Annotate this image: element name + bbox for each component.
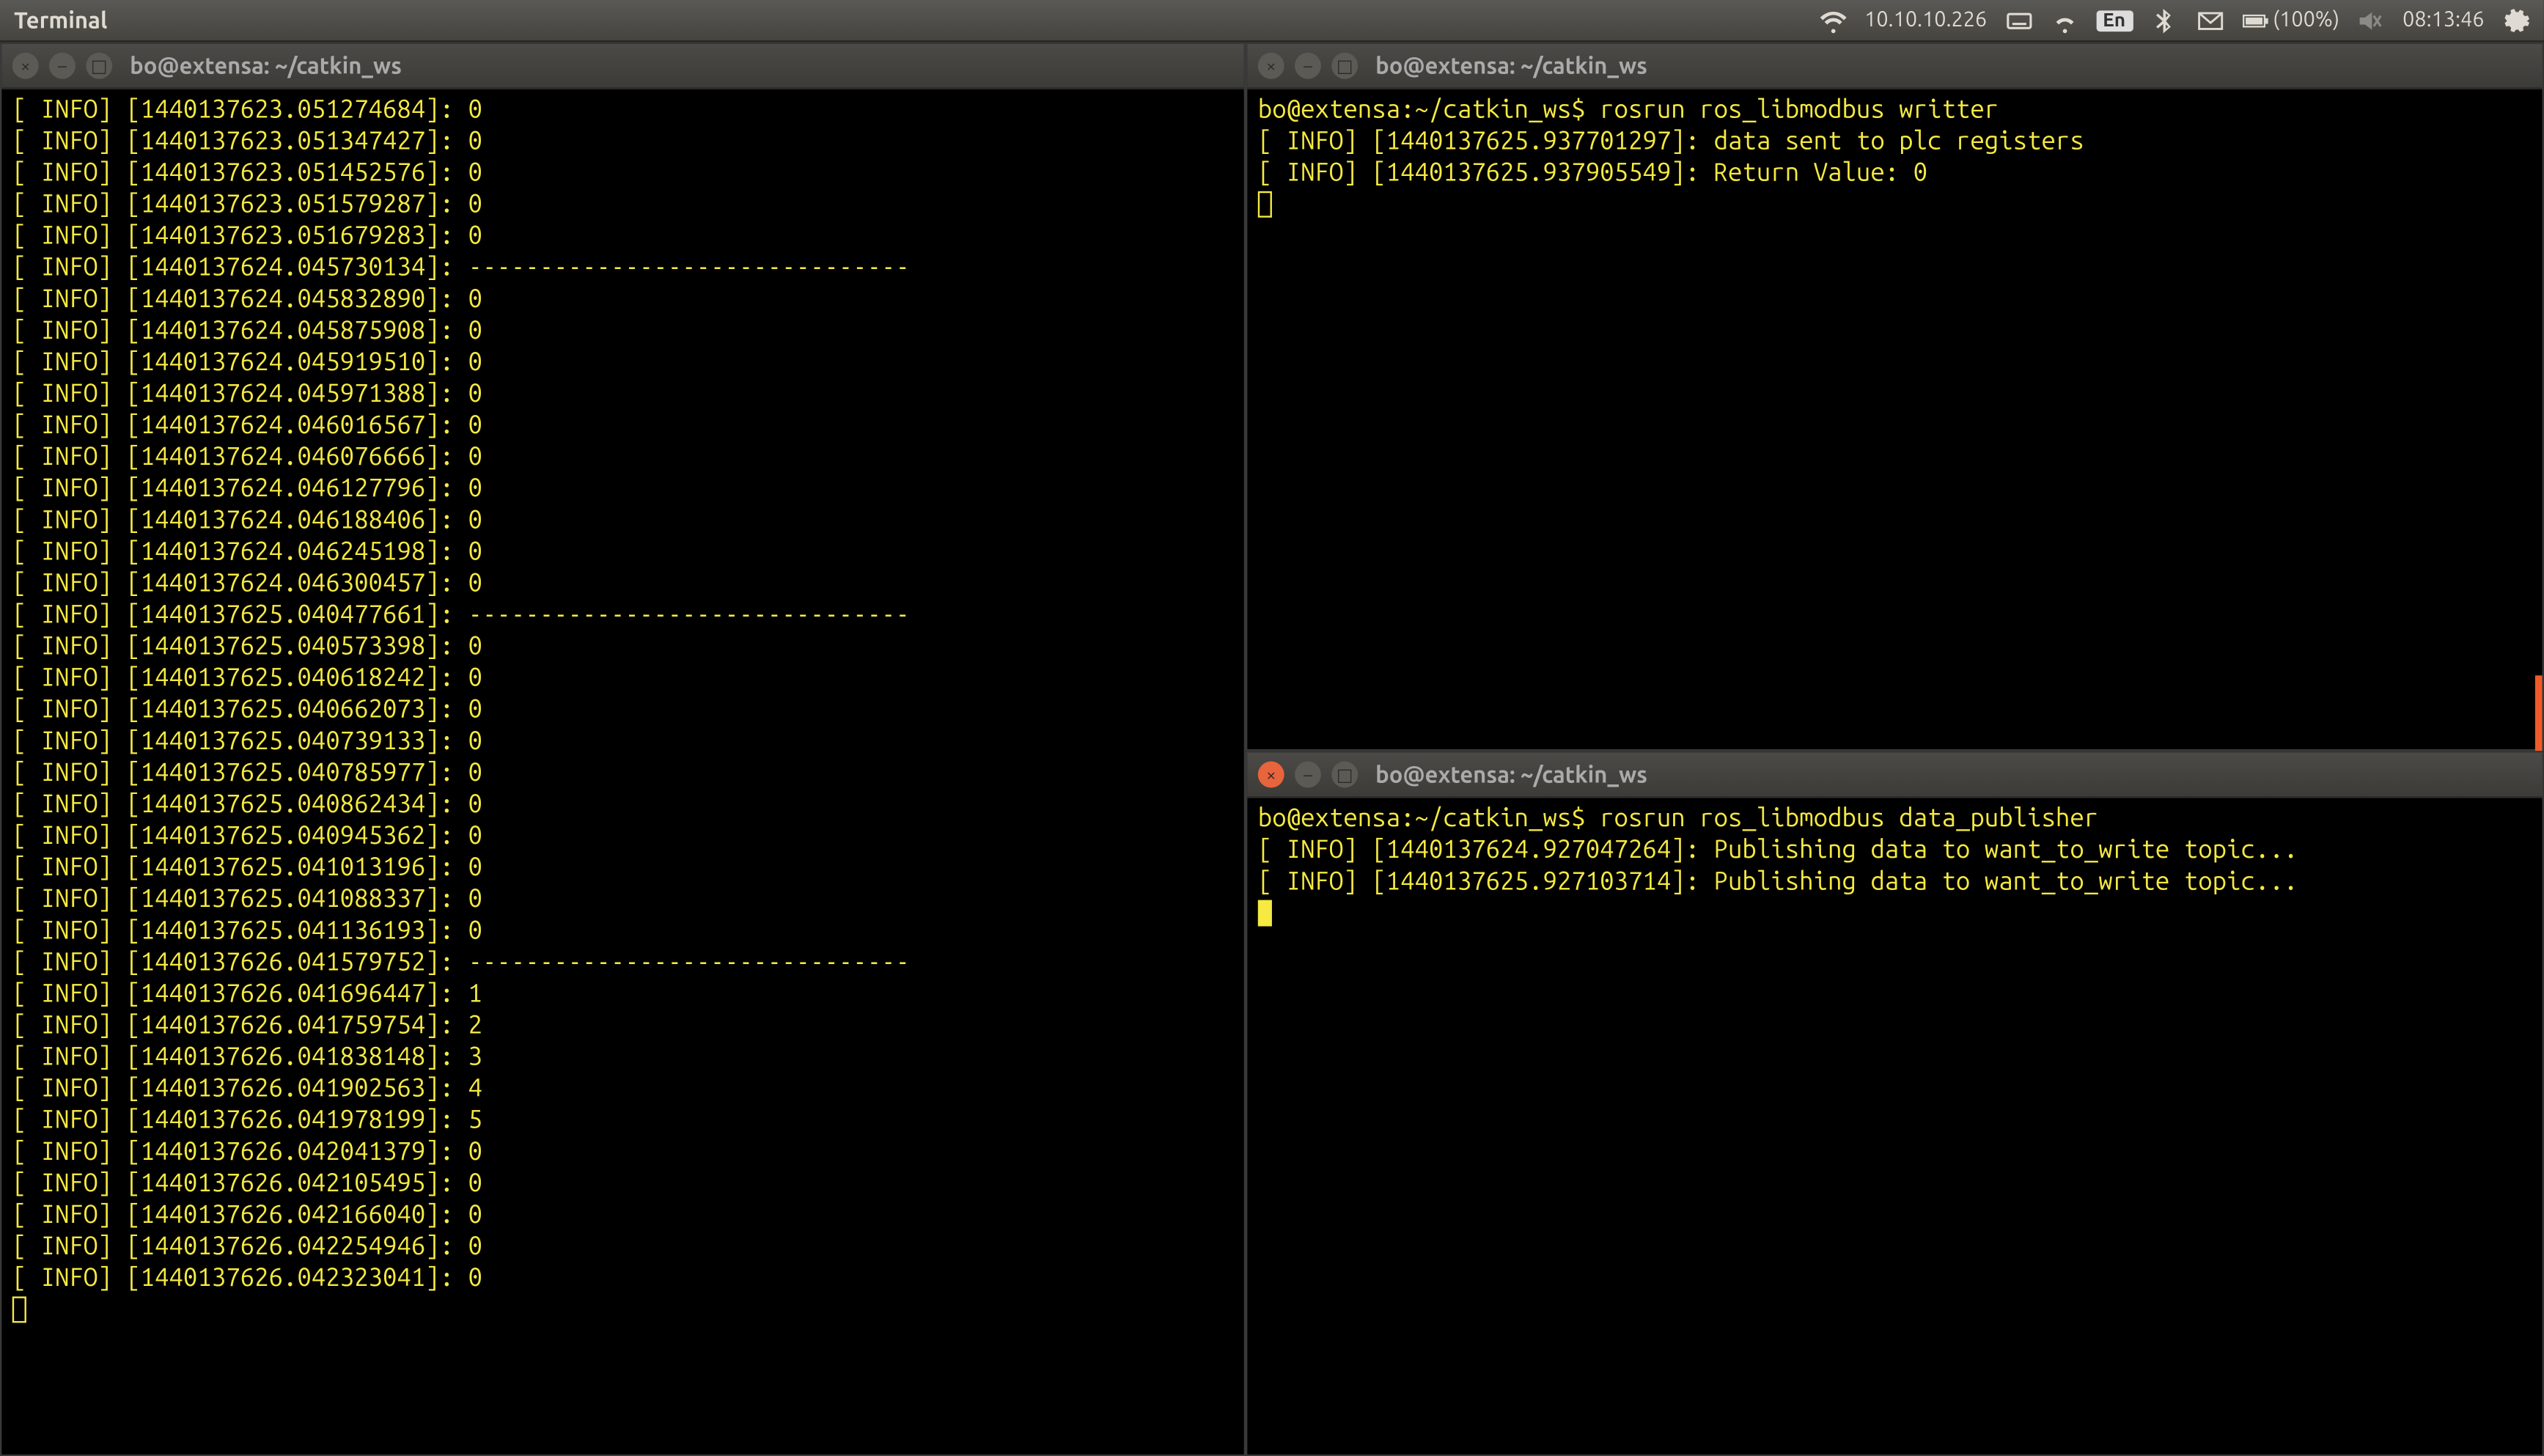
terminal-output[interactable]: bo@extensa:~/catkin_ws$ rosrun ros_libmo… — [1247, 798, 2542, 1455]
network-icon[interactable] — [2050, 6, 2078, 34]
close-icon[interactable]: × — [1258, 762, 1284, 788]
active-app-title: Terminal — [14, 8, 107, 33]
terminal-window-topright[interactable]: × – □ bo@extensa: ~/catkin_ws bo@extensa… — [1246, 42, 2544, 751]
close-icon[interactable]: × — [1258, 53, 1284, 79]
minimize-icon[interactable]: – — [1295, 53, 1321, 79]
battery-icon[interactable]: (100%) — [2241, 6, 2339, 34]
window-titlebar[interactable]: × – □ bo@extensa: ~/catkin_ws — [1247, 44, 2542, 89]
language-indicator[interactable]: En — [2096, 10, 2133, 31]
terminal-window-botright[interactable]: × – □ bo@extensa: ~/catkin_ws bo@extensa… — [1246, 751, 2544, 1456]
terminal-window-left[interactable]: × – □ bo@extensa: ~/catkin_ws [ INFO] [1… — [0, 42, 1246, 1456]
window-titlebar[interactable]: × – □ bo@extensa: ~/catkin_ws — [1247, 753, 2542, 798]
window-title: bo@extensa: ~/catkin_ws — [1375, 762, 1647, 787]
maximize-icon[interactable]: □ — [1331, 53, 1358, 79]
system-tray: 10.10.10.226 En (100%) 08:13:46 — [1819, 6, 2530, 34]
window-edge-highlight — [2535, 675, 2543, 763]
volume-icon[interactable] — [2357, 6, 2385, 34]
terminal-output[interactable]: bo@extensa:~/catkin_ws$ rosrun ros_libmo… — [1247, 89, 2542, 749]
wifi-icon[interactable] — [1819, 6, 1847, 34]
terminal-output[interactable]: [ INFO] [1440137623.051274684]: 0 [ INFO… — [1, 89, 1243, 1455]
minimize-icon[interactable]: – — [1295, 762, 1321, 788]
bluetooth-icon[interactable] — [2150, 6, 2178, 34]
keyboard-icon[interactable] — [2004, 6, 2032, 34]
window-title: bo@extensa: ~/catkin_ws — [1375, 54, 1647, 78]
close-icon[interactable]: × — [12, 53, 39, 79]
system-menubar: Terminal 10.10.10.226 En (100%) — [0, 0, 2544, 42]
window-titlebar[interactable]: × – □ bo@extensa: ~/catkin_ws — [1, 44, 1243, 89]
maximize-icon[interactable]: □ — [86, 53, 112, 79]
clock[interactable]: 08:13:46 — [2403, 9, 2484, 32]
window-title: bo@extensa: ~/catkin_ws — [130, 54, 402, 78]
minimize-icon[interactable]: – — [49, 53, 76, 79]
maximize-icon[interactable]: □ — [1331, 762, 1358, 788]
ip-address: 10.10.10.226 — [1864, 9, 1987, 32]
mail-icon[interactable] — [2196, 6, 2224, 34]
settings-gear-icon[interactable] — [2501, 6, 2529, 34]
